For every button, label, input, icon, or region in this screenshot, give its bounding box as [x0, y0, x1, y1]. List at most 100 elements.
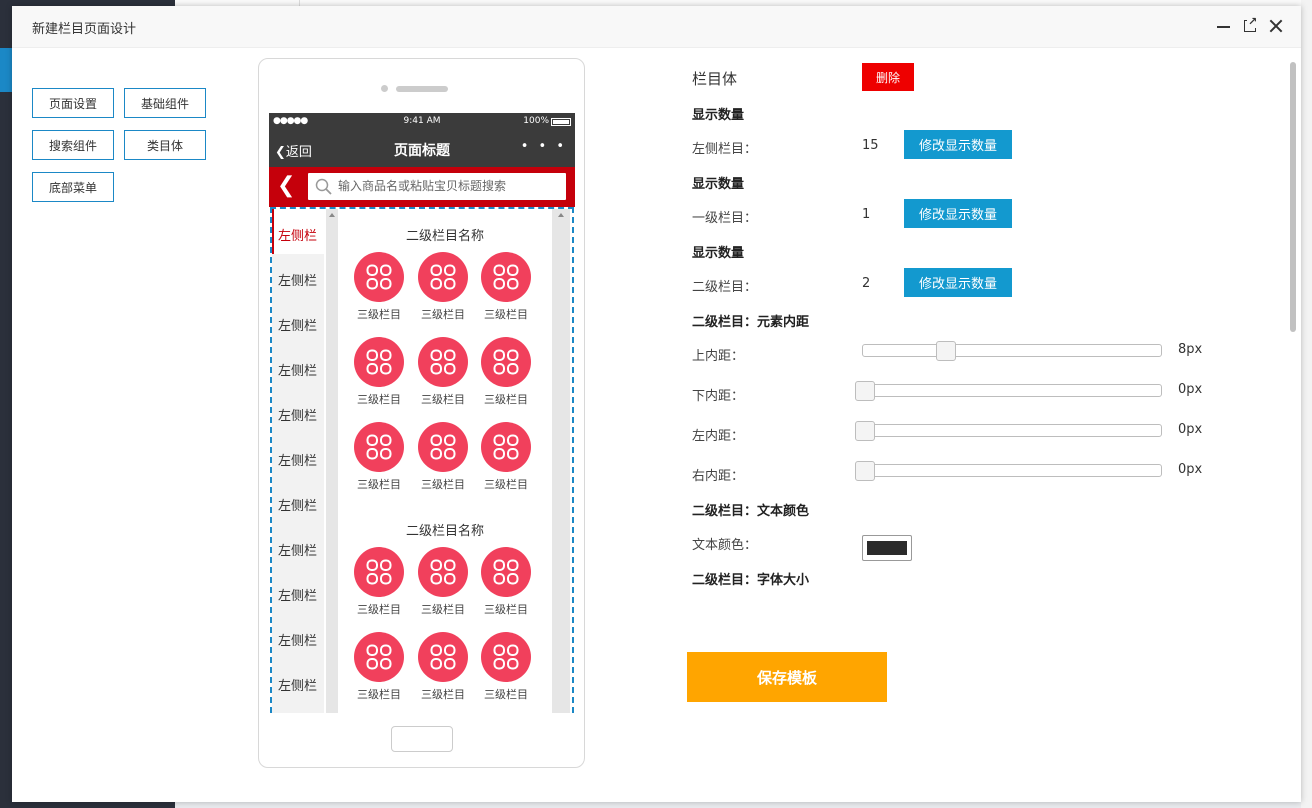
padding-top-slider[interactable]: [862, 341, 1162, 361]
app-sidebar-bottom: [0, 801, 175, 808]
minimize-icon[interactable]: [1215, 17, 1233, 35]
sub-category-item[interactable]: 三级栏目: [416, 252, 470, 322]
section-text-color: 二级栏目：文本颜色: [692, 504, 810, 519]
padding-left-slider[interactable]: [855, 421, 1162, 441]
search-box: [308, 173, 566, 200]
grid-icon: [430, 349, 456, 375]
app-sidebar-active-item: [0, 48, 12, 92]
color-swatch: [867, 541, 907, 555]
left-item[interactable]: 左侧栏: [272, 659, 324, 704]
left-item[interactable]: 左侧栏: [272, 299, 324, 344]
sub-category-item[interactable]: 三级栏目: [479, 632, 533, 702]
search-component-button[interactable]: 搜索组件: [32, 130, 114, 160]
more-icon[interactable]: • • •: [521, 139, 567, 154]
sub-category-item[interactable]: 三级栏目: [352, 422, 406, 492]
modal-header: 新建栏目页面设计 ↗: [12, 6, 1301, 48]
category-circle: [354, 632, 404, 682]
sub-category-item[interactable]: 三级栏目: [416, 422, 470, 492]
padding-right-slider[interactable]: [855, 461, 1162, 481]
basic-components-button[interactable]: 基础组件: [124, 88, 206, 118]
slider-thumb[interactable]: [855, 421, 875, 441]
phone-camera: [381, 85, 388, 92]
sub-category-item[interactable]: 三级栏目: [352, 337, 406, 407]
sub-category-item[interactable]: 三级栏目: [352, 547, 406, 617]
left-item[interactable]: 左侧栏: [272, 614, 324, 659]
padding-right-label: 右内距：: [692, 469, 745, 484]
padding-bottom-slider[interactable]: [855, 381, 1162, 401]
sub-category-label: 三级栏目: [357, 688, 401, 701]
category-circle: [354, 422, 404, 472]
nav-back-label: 返回: [285, 145, 312, 160]
sub-category-label: 三级栏目: [357, 393, 401, 406]
right-column: 二级栏目名称 三级栏目 三级栏目 三级栏目 三级栏目 三级栏目 三级栏目 三级栏目 三级栏目三…: [338, 209, 552, 713]
settings-panel: 栏目体 删除 显示数量 左侧栏目： 15 修改显示数量 显示数量 一级栏目： 1…: [692, 58, 1282, 606]
category-circle: [481, 632, 531, 682]
text-color-label: 文本颜色：: [692, 538, 758, 553]
text-color-picker[interactable]: [862, 535, 912, 561]
sub-category-label: 三级栏目: [484, 393, 528, 406]
category-body-button[interactable]: 类目体: [124, 130, 206, 160]
sub-category-label: 三级栏目: [357, 478, 401, 491]
slider-thumb[interactable]: [936, 341, 956, 361]
sub-category-item[interactable]: 三级栏目: [416, 337, 470, 407]
sub-category-item[interactable]: 三级栏目: [352, 632, 406, 702]
category-body[interactable]: 左侧栏 左侧栏 左侧栏 左侧栏 左侧栏 左侧栏 左侧栏 左侧栏 左侧栏 左侧栏 …: [270, 207, 574, 713]
category-circle: [481, 337, 531, 387]
section-display-count: 显示数量: [692, 177, 745, 192]
left-item[interactable]: 左侧栏: [272, 209, 324, 254]
left-item[interactable]: 左侧栏: [272, 524, 324, 569]
search-input[interactable]: [338, 176, 562, 196]
maximize-icon[interactable]: ↗: [1241, 16, 1259, 35]
sub-category-item[interactable]: 三级栏目: [479, 422, 533, 492]
sub-category-item[interactable]: 三级栏目: [352, 252, 406, 322]
grid-icon: [430, 434, 456, 460]
sub-category-label: 三级栏目: [421, 478, 465, 491]
left-item[interactable]: 左侧栏: [272, 479, 324, 524]
left-item[interactable]: 左侧栏: [272, 389, 324, 434]
right-scrollbar[interactable]: [552, 209, 570, 713]
section-display-count: 显示数量: [692, 246, 745, 261]
section-display-count: 显示数量: [692, 108, 745, 123]
sub-category-item[interactable]: 三级栏目: [479, 547, 533, 617]
padding-bottom-value: 0px: [1178, 382, 1203, 397]
sub-category-item[interactable]: 三级栏目: [416, 547, 470, 617]
modify-count-button[interactable]: 修改显示数量: [904, 199, 1012, 228]
grid-icon: [493, 559, 519, 585]
sub-category-label: 三级栏目: [484, 478, 528, 491]
nav-back-button[interactable]: ❮返回: [275, 141, 312, 160]
left-item[interactable]: 左侧栏: [272, 569, 324, 614]
close-icon[interactable]: [1267, 17, 1285, 35]
sub-category-title: 二级栏目名称: [405, 229, 484, 244]
left-item[interactable]: 左侧栏: [272, 254, 324, 299]
phone-nav-bar: ❮返回 页面标题 • • •: [269, 131, 575, 167]
sub-category-title: 二级栏目名称: [405, 524, 484, 539]
modify-count-button[interactable]: 修改显示数量: [904, 130, 1012, 159]
search-back-icon[interactable]: ❮: [277, 174, 295, 198]
padding-top-label: 上内距：: [692, 349, 745, 364]
page-design-modal: 新建栏目页面设计 ↗ 页面设置 基础组件 搜索组件 类目体 底部菜单 ●●●●●…: [12, 6, 1301, 802]
panel-heading: 栏目体: [692, 70, 738, 88]
sub-category-item[interactable]: 三级栏目: [479, 337, 533, 407]
grid-icon: [366, 349, 392, 375]
sub-category-label: 三级栏目: [421, 603, 465, 616]
category-circle: [481, 422, 531, 472]
level1-count-label: 一级栏目：: [692, 211, 758, 226]
delete-button[interactable]: 删除: [862, 63, 914, 91]
sub-category-item[interactable]: 三级栏目: [479, 252, 533, 322]
slider-thumb[interactable]: [855, 381, 875, 401]
left-item[interactable]: 左侧栏: [272, 434, 324, 479]
slider-thumb[interactable]: [855, 461, 875, 481]
modify-count-button[interactable]: 修改显示数量: [904, 268, 1012, 297]
save-template-button[interactable]: 保存模板: [687, 652, 887, 702]
left-scrollbar[interactable]: [326, 209, 338, 713]
panel-scrollbar[interactable]: [1290, 62, 1296, 332]
grid-icon: [493, 264, 519, 290]
category-circle: [354, 252, 404, 302]
section-padding: 二级栏目：元素内距: [692, 315, 810, 330]
page-settings-button[interactable]: 页面设置: [32, 88, 114, 118]
left-item[interactable]: 左侧栏: [272, 344, 324, 389]
bottom-menu-button[interactable]: 底部菜单: [32, 172, 114, 202]
phone-speaker: [396, 86, 448, 92]
sub-category-label: 三级栏目: [357, 308, 401, 321]
sub-category-item[interactable]: 三级栏目: [416, 632, 470, 702]
